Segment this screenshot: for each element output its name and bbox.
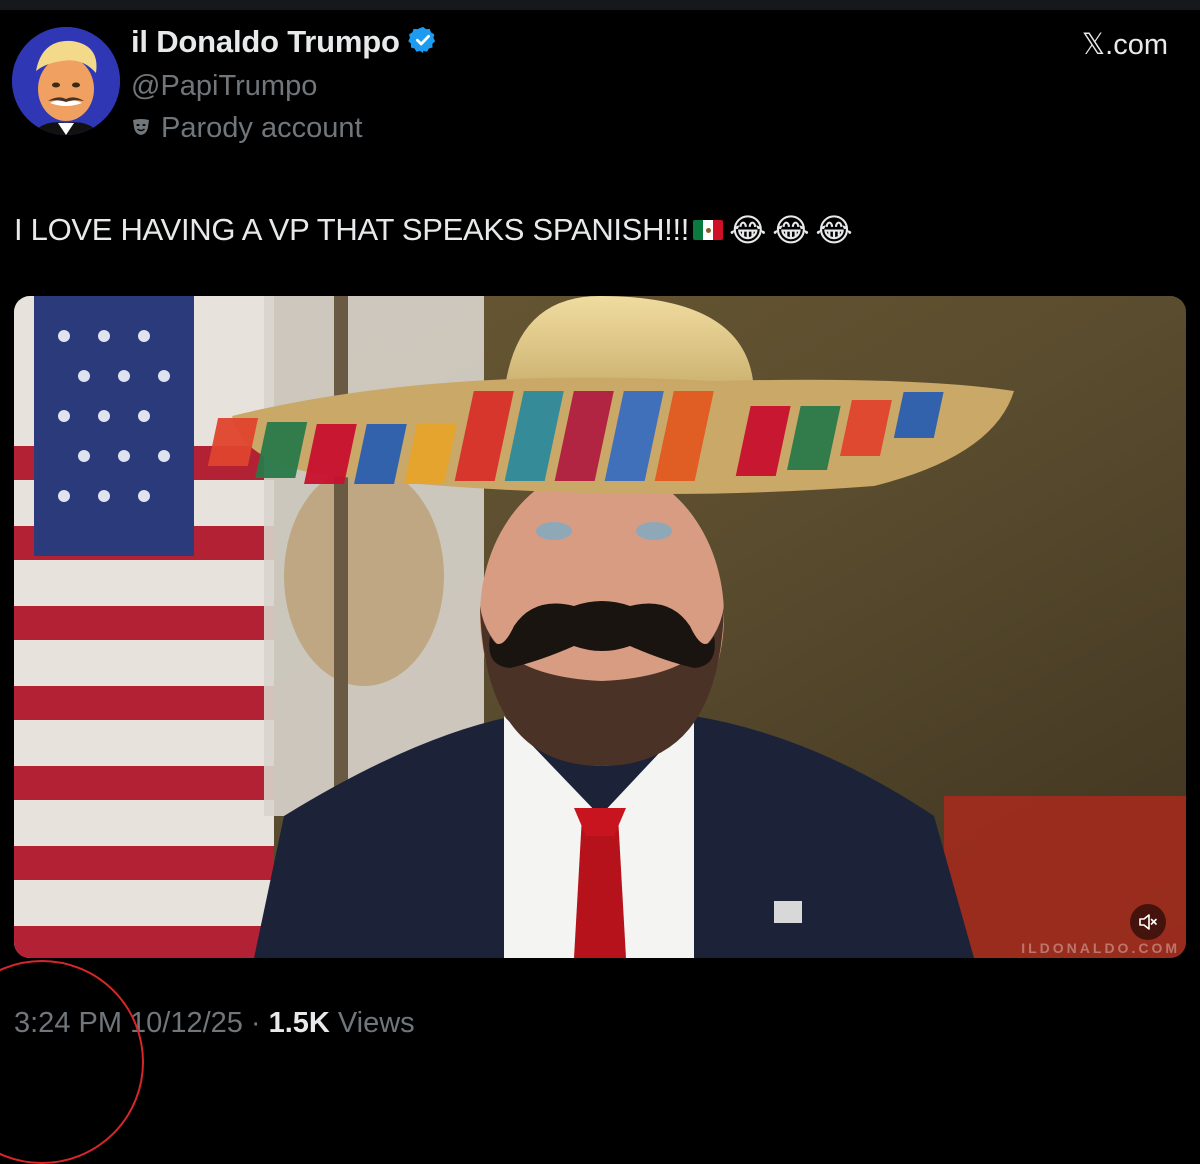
post-time[interactable]: 3:24 PM [14, 1007, 122, 1040]
site-label: 𝕏.com [1081, 29, 1168, 61]
theater-mask-icon [131, 112, 151, 145]
mute-button[interactable] [1130, 904, 1166, 940]
laughing-emoji: 😂 [772, 212, 810, 248]
speaker-muted-icon [1138, 912, 1158, 932]
mexico-flag-icon [693, 220, 724, 240]
author-handle[interactable]: @PapiTrumpo [131, 70, 317, 103]
post-text-row: I LOVE HAVING A VP THAT SPEAKS SPANISH!!… [14, 211, 853, 249]
laughing-emoji: 😂 [815, 212, 853, 248]
top-bar [0, 0, 1200, 10]
avatar[interactable] [12, 27, 120, 135]
annotation-circle [0, 960, 144, 1164]
meta-separator: · [250, 1007, 261, 1039]
parody-label: Parody account [161, 112, 363, 144]
views-count[interactable]: 1.5K [269, 1007, 330, 1040]
verified-badge-icon [407, 25, 438, 60]
post-meta: 3:24 PM 10/12/25 · 1.5K Views [14, 1007, 415, 1040]
parody-label-row: Parody account [131, 112, 363, 145]
views-label: Views [337, 1007, 415, 1039]
video-frame [14, 296, 1186, 958]
author-row: il Donaldo Trumpo [131, 24, 438, 60]
video-player[interactable]: ILDONALDO.COM [14, 296, 1186, 958]
laughing-emoji: 😂 [729, 212, 767, 248]
author-name[interactable]: il Donaldo Trumpo [131, 24, 400, 60]
post-date[interactable]: 10/12/25 [130, 1007, 243, 1040]
video-watermark: ILDONALDO.COM [1021, 940, 1180, 956]
post-text: I LOVE HAVING A VP THAT SPEAKS SPANISH!!… [14, 212, 690, 247]
